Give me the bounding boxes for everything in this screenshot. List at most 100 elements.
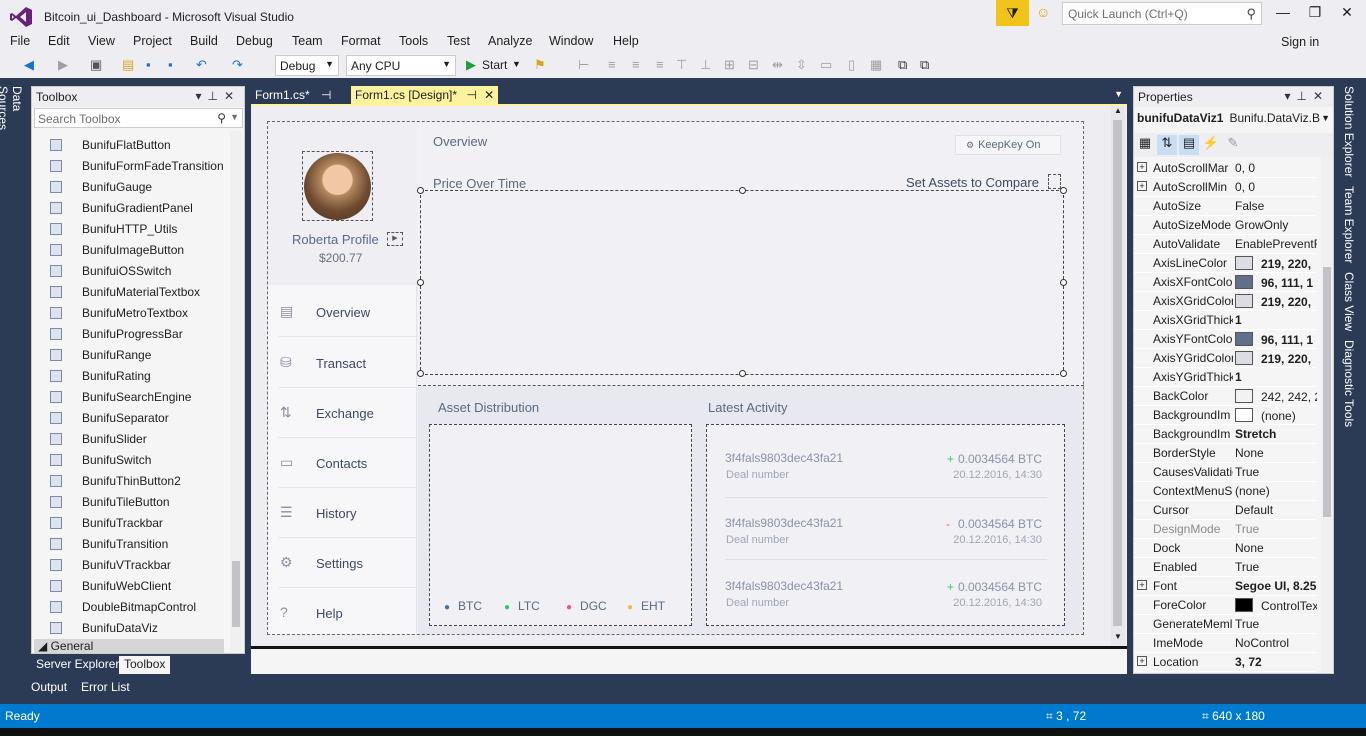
find-icon[interactable]: ⚑ xyxy=(534,57,546,73)
property-row[interactable]: AxisYFontColo 96, 111, 1 xyxy=(1134,330,1317,349)
properties-object-selector[interactable]: bunifuDataViz1 Bunifu.DataViz.B ▼ xyxy=(1137,111,1332,129)
property-row[interactable]: AxisXFontColo 96, 111, 1 xyxy=(1134,273,1317,292)
toolbox-search-input[interactable]: Search Toolbox ⚲ ▼ xyxy=(34,108,243,128)
menu-format[interactable]: Format xyxy=(341,34,381,48)
maximize-button[interactable]: ❐ xyxy=(1300,4,1330,24)
property-value[interactable]: None xyxy=(1235,541,1317,555)
tab-order-icon[interactable]: ⧉ xyxy=(898,57,907,73)
solution-config-dropdown[interactable]: Debug ▼ xyxy=(275,55,339,76)
toolbox-group-general[interactable]: ◢ General xyxy=(34,639,224,653)
save-all-icon[interactable]: ▪ xyxy=(168,57,173,72)
categorized-icon[interactable]: ▦ xyxy=(1135,135,1155,155)
align-tops-icon[interactable]: ≡ xyxy=(656,57,664,72)
property-value[interactable]: NoControl xyxy=(1235,636,1317,650)
property-row[interactable]: AxisLineColor 219, 220, xyxy=(1134,254,1317,273)
property-value[interactable]: 0, 0 xyxy=(1235,180,1317,194)
toolbox-item[interactable]: BunifuHTTP_Utils xyxy=(50,219,240,240)
expand-icon[interactable]: + xyxy=(1137,162,1147,172)
property-row[interactable]: Cursor Default xyxy=(1134,501,1317,520)
tab-toolbox[interactable]: Toolbox xyxy=(119,656,171,674)
resize-handle[interactable] xyxy=(1060,187,1067,194)
property-row[interactable]: AxisYGridThick 1 xyxy=(1134,368,1317,387)
property-value[interactable]: True xyxy=(1235,465,1317,479)
tab-form1-design[interactable]: Form1.cs [Design]* ⊣ ✕ xyxy=(351,86,499,105)
property-row[interactable]: DesignMode True xyxy=(1134,520,1317,539)
tab-server-explorer[interactable]: Server Explorer xyxy=(31,656,124,674)
resize-handle[interactable] xyxy=(1060,279,1067,286)
designer-vertical-scrollbar[interactable]: ▲ ▼ xyxy=(1111,106,1125,646)
back-icon[interactable]: ◀ xyxy=(24,57,34,73)
property-row[interactable]: BackgroundIm Stretch xyxy=(1134,425,1317,444)
property-row[interactable]: + AutoScrollMin 0, 0 xyxy=(1134,178,1317,197)
expand-icon[interactable]: + xyxy=(1137,656,1147,666)
panel-window-controls[interactable]: ▾⊥✕ xyxy=(195,89,240,103)
activity-row[interactable]: 3f4fals9803dec43fa21 Deal number +0.0034… xyxy=(725,451,1047,501)
property-row[interactable]: GenerateMeml True xyxy=(1134,615,1317,634)
asset-distribution-chart[interactable] xyxy=(429,424,692,626)
property-row[interactable]: AutoSizeMode GrowOnly xyxy=(1134,216,1317,235)
open-folder-icon[interactable]: ▤ xyxy=(122,57,134,73)
property-value[interactable]: 219, 220, xyxy=(1235,256,1317,271)
menu-project[interactable]: Project xyxy=(133,34,172,48)
start-dropdown-icon[interactable]: ▼ xyxy=(512,59,521,69)
toolbox-item[interactable]: BunifuWebClient xyxy=(50,576,240,597)
property-value[interactable]: 0, 0 xyxy=(1235,161,1317,175)
toolbox-item[interactable]: BunifuiOSSwitch xyxy=(50,261,240,282)
team-explorer-tab[interactable]: Team Explorer xyxy=(1342,186,1356,263)
solution-explorer-tab[interactable]: Solution Explorer xyxy=(1342,86,1356,177)
profile-expand-icon[interactable]: ▶ xyxy=(387,232,403,246)
property-row[interactable]: ForeColor ControlTex xyxy=(1134,596,1317,615)
align-middles-icon[interactable]: ⊤ xyxy=(676,57,687,73)
same-size-icon[interactable]: ⊞ xyxy=(724,57,735,73)
pin-icon[interactable]: ⊣ xyxy=(466,88,476,102)
toolbox-item[interactable]: BunifuFlatButton xyxy=(50,135,240,156)
property-value[interactable]: (none) xyxy=(1235,408,1317,423)
center-vertically-icon[interactable]: ▯ xyxy=(848,57,855,73)
property-pages-icon[interactable]: ✎ xyxy=(1223,135,1243,155)
property-row[interactable]: ContextMenuS (none) xyxy=(1134,482,1317,501)
horizontal-spacing-icon[interactable]: ⇹ xyxy=(772,57,783,73)
nav-history[interactable]: ☰ History xyxy=(278,488,416,538)
panel-window-controls[interactable]: ▾⊥✕ xyxy=(1284,89,1329,103)
property-value[interactable]: Default xyxy=(1235,503,1317,517)
center-horizontally-icon[interactable]: ▭ xyxy=(820,57,832,73)
property-row[interactable]: AxisXGridColor 219, 220, xyxy=(1134,292,1317,311)
property-row[interactable]: AutoValidate EnablePreventF xyxy=(1134,235,1317,254)
property-row[interactable]: BackColor 242, 242, 2 xyxy=(1134,387,1317,406)
property-value[interactable]: EnablePreventF xyxy=(1235,237,1317,251)
close-button[interactable]: ✕ xyxy=(1332,4,1362,24)
bring-to-front-icon[interactable]: ▦ xyxy=(870,57,882,73)
property-row[interactable]: AutoSize False xyxy=(1134,197,1317,216)
nav-help[interactable]: ? Help xyxy=(278,588,416,638)
start-debug-button[interactable]: Start xyxy=(482,58,507,72)
toolbox-item[interactable]: BunifuFormFadeTransition xyxy=(50,156,240,177)
toolbox-item[interactable]: BunifuRating xyxy=(50,366,240,387)
property-value[interactable]: False xyxy=(1235,199,1317,213)
property-value[interactable]: ControlTex xyxy=(1235,598,1317,613)
properties-icon[interactable]: ▤ xyxy=(1179,135,1199,155)
tab-output[interactable]: Output xyxy=(31,680,67,694)
quick-launch-input[interactable]: Quick Launch (Ctrl+Q) ⚲ xyxy=(1062,2,1262,25)
size-to-grid-icon[interactable]: ⊟ xyxy=(748,57,759,73)
feedback-smiley-icon[interactable]: ☺ xyxy=(1036,4,1050,20)
property-row[interactable]: + Location 3, 72 xyxy=(1134,653,1317,672)
scroll-down-icon[interactable]: ▼ xyxy=(1114,632,1122,641)
data-sources-tab[interactable]: Data Sources xyxy=(0,86,24,156)
property-value[interactable]: GrowOnly xyxy=(1235,218,1317,232)
nav-transact[interactable]: ⛁ Transact xyxy=(278,338,416,388)
property-row[interactable]: BorderStyle None xyxy=(1134,444,1317,463)
toolbox-item[interactable]: BunifuTileButton xyxy=(50,492,240,513)
toolbox-item[interactable]: BunifuThinButton2 xyxy=(50,471,240,492)
property-row[interactable]: + AutoScrollMar 0, 0 xyxy=(1134,159,1317,178)
lock-controls-icon[interactable]: ⧉ xyxy=(920,57,929,73)
redo-icon[interactable]: ↷ xyxy=(232,57,243,73)
save-icon[interactable]: ▪ xyxy=(146,57,151,72)
start-play-icon[interactable]: ▶ xyxy=(466,57,476,73)
notifications-flag-icon[interactable]: ⧩ xyxy=(996,0,1029,26)
toolbox-item[interactable]: BunifuTrackbar xyxy=(50,513,240,534)
pin-icon[interactable]: ⊣ xyxy=(321,88,331,102)
properties-scrollbar[interactable] xyxy=(1321,157,1333,672)
keepkey-button[interactable]: ⚙ KeepKey On xyxy=(955,135,1061,155)
menu-tools[interactable]: Tools xyxy=(399,34,428,48)
property-row[interactable]: Enabled True xyxy=(1134,558,1317,577)
